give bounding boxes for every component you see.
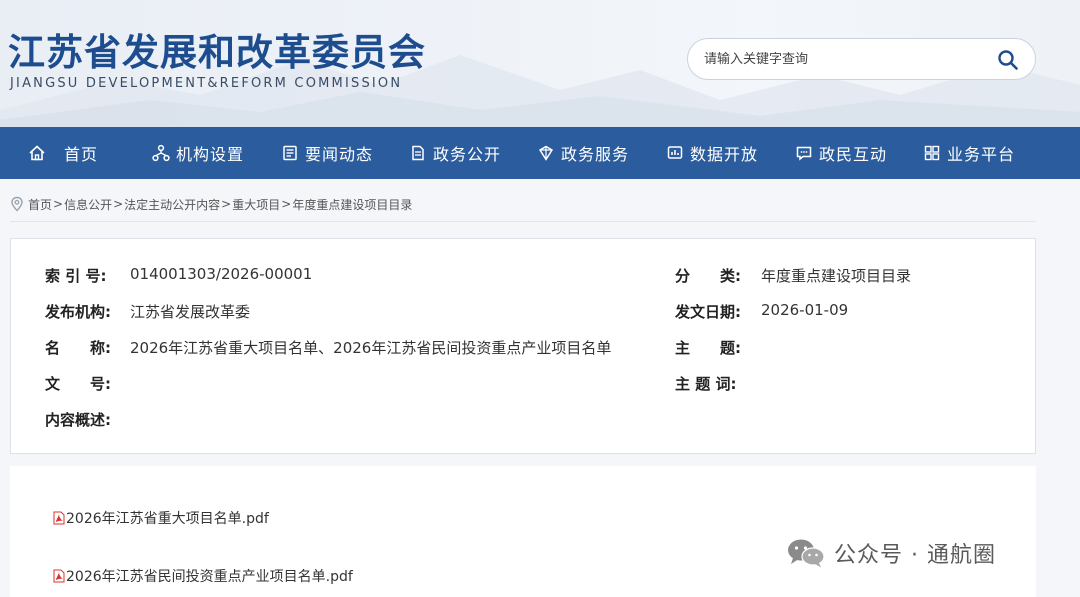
home-icon <box>28 144 46 162</box>
nav-item-interaction[interactable]: 政民互动 <box>795 127 887 179</box>
nav-item-org[interactable]: 机构设置 <box>152 127 244 179</box>
nav-item-gov-service[interactable]: 政务服务 <box>537 127 629 179</box>
data-icon <box>666 144 684 162</box>
nav-label: 政民互动 <box>819 145 888 164</box>
publisher-label: 发布机构: <box>45 303 111 321</box>
nav-label: 要闻动态 <box>305 145 374 164</box>
nav-label: 政务服务 <box>561 145 630 164</box>
breadcrumb-home[interactable]: 首页 <box>28 196 52 213</box>
nav-label: 数据开放 <box>690 145 759 164</box>
wechat-icon <box>788 539 825 568</box>
publisher-value: 江苏省发展改革委 <box>130 303 251 321</box>
nav-label: 机构设置 <box>176 145 245 164</box>
attachment-link[interactable]: 2026年江苏省民间投资重点产业项目名单.pdf <box>53 566 353 586</box>
date-label: 发文日期: <box>675 303 741 321</box>
service-icon <box>537 144 555 162</box>
summary-label: 内容概述: <box>45 411 111 429</box>
nav-item-business[interactable]: 业务平台 <box>923 127 1015 179</box>
chat-icon <box>795 144 813 162</box>
category-label: 分 类: <box>675 267 741 285</box>
attachment-link[interactable]: 2026年江苏省重大项目名单.pdf <box>53 508 269 528</box>
pdf-icon <box>53 569 65 583</box>
name-label: 名 称: <box>45 339 111 357</box>
nav-label: 首页 <box>64 145 99 164</box>
breadcrumb-major-projects[interactable]: 重大项目 <box>232 196 280 213</box>
site-subtitle: JIANGSU DEVELOPMENT&REFORM COMMISSION <box>10 76 403 91</box>
breadcrumb: 首页 > 信息公开 > 法定主动公开内容 > 重大项目 > 年度重点建设项目目录 <box>10 196 412 212</box>
search-input[interactable] <box>704 51 984 67</box>
keywords-label: 主 题 词: <box>675 375 737 393</box>
divider <box>10 221 1036 222</box>
attachment-name[interactable]: 2026年江苏省重大项目名单.pdf <box>66 508 269 528</box>
search-icon[interactable] <box>997 49 1019 71</box>
date-value: 2026-01-09 <box>761 301 849 319</box>
nav-item-gov-public[interactable]: 政务公开 <box>409 127 501 179</box>
site-header: 江苏省发展和改革委员会 JIANGSU DEVELOPMENT&REFORM C… <box>0 0 1080 127</box>
nav-label: 政务公开 <box>433 145 502 164</box>
nav-item-home[interactable]: 首页 <box>28 127 98 179</box>
main-nav: 首页 机构设置 要闻动态 政务公开 政务服务 数据开放 政民互动 业务平台 <box>0 127 1080 179</box>
grid-icon <box>923 144 941 162</box>
location-icon <box>11 196 23 212</box>
pdf-icon <box>53 511 65 525</box>
wechat-watermark: 公众号 · 通航圈 <box>786 537 996 569</box>
doc-icon <box>409 144 427 162</box>
breadcrumb-separator: > <box>113 197 124 211</box>
breadcrumb-separator: > <box>281 197 292 211</box>
search-box[interactable] <box>687 38 1036 80</box>
index-value: 014001303/2026-00001 <box>130 265 313 283</box>
document-info-panel: 索 引 号: 014001303/2026-00001 分 类: 年度重点建设项… <box>10 238 1036 454</box>
breadcrumb-separator: > <box>221 197 232 211</box>
watermark-text: 公众号 · 通航圈 <box>834 543 996 568</box>
attachment-name[interactable]: 2026年江苏省民间投资重点产业项目名单.pdf <box>66 566 353 586</box>
index-label: 索 引 号: <box>45 267 107 285</box>
docno-label: 文 号: <box>45 375 111 393</box>
news-icon <box>281 144 299 162</box>
org-icon <box>152 144 170 162</box>
category-value: 年度重点建设项目目录 <box>761 267 912 285</box>
breadcrumb-legal-content[interactable]: 法定主动公开内容 <box>124 196 220 213</box>
name-value: 2026年江苏省重大项目名单、2026年江苏省民间投资重点产业项目名单 <box>130 339 612 357</box>
breadcrumb-info-public[interactable]: 信息公开 <box>64 196 112 213</box>
site-title[interactable]: 江苏省发展和改革委员会 <box>8 22 426 76</box>
subject-label: 主 题: <box>675 339 741 357</box>
nav-item-data-open[interactable]: 数据开放 <box>666 127 758 179</box>
nav-item-news[interactable]: 要闻动态 <box>281 127 373 179</box>
breadcrumb-separator: > <box>53 197 64 211</box>
breadcrumb-current[interactable]: 年度重点建设项目目录 <box>292 196 412 213</box>
nav-label: 业务平台 <box>947 145 1016 164</box>
